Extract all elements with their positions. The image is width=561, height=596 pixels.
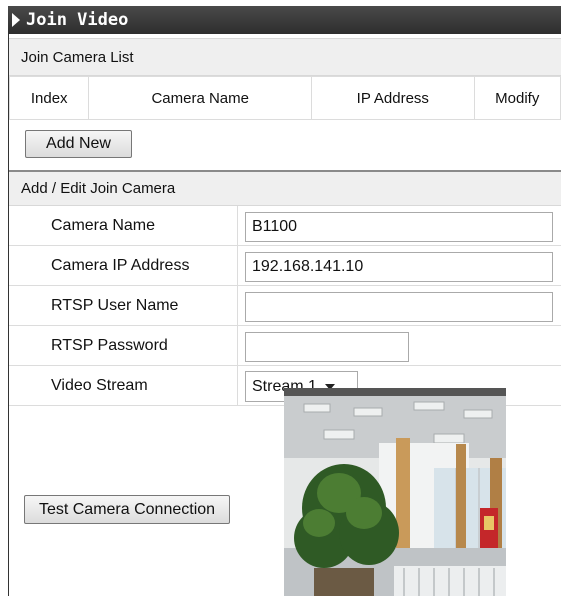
col-index: Index bbox=[8, 76, 90, 120]
col-modify: Modify bbox=[473, 76, 561, 120]
test-camera-connection-button[interactable]: Test Camera Connection bbox=[24, 495, 230, 524]
panel-header: Join Video bbox=[8, 6, 561, 34]
video-stream-label: Video Stream bbox=[9, 366, 238, 405]
rtsp-username-input[interactable] bbox=[245, 292, 553, 322]
rtsp-username-row: RTSP User Name bbox=[9, 286, 561, 326]
rtsp-password-row: RTSP Password bbox=[9, 326, 561, 366]
panel-title: Join Video bbox=[26, 10, 129, 30]
join-camera-list-title: Join Camera List bbox=[21, 48, 134, 66]
add-new-button[interactable]: Add New bbox=[25, 130, 132, 158]
add-edit-camera-header: Add / Edit Join Camera bbox=[9, 170, 561, 206]
rtsp-username-label: RTSP User Name bbox=[9, 286, 238, 325]
play-triangle-icon bbox=[12, 13, 20, 27]
table-header-row: Index Camera Name IP Address Modify bbox=[8, 76, 561, 120]
join-camera-table: Index Camera Name IP Address Modify bbox=[8, 76, 561, 120]
camera-name-label: Camera Name bbox=[9, 206, 238, 245]
camera-name-row: Camera Name bbox=[9, 206, 561, 246]
camera-name-input[interactable] bbox=[245, 212, 553, 242]
col-ip-address: IP Address bbox=[311, 76, 475, 120]
join-camera-list-header: Join Camera List bbox=[9, 38, 561, 76]
camera-preview-scene bbox=[284, 388, 506, 596]
camera-ip-label: Camera IP Address bbox=[9, 246, 238, 285]
rtsp-password-input[interactable] bbox=[245, 332, 409, 362]
camera-preview-image bbox=[284, 388, 506, 596]
add-edit-camera-title: Add / Edit Join Camera bbox=[21, 180, 176, 197]
camera-ip-row: Camera IP Address bbox=[9, 246, 561, 286]
camera-ip-input[interactable] bbox=[245, 252, 553, 282]
rtsp-password-label: RTSP Password bbox=[9, 326, 238, 365]
col-camera-name: Camera Name bbox=[88, 76, 313, 120]
